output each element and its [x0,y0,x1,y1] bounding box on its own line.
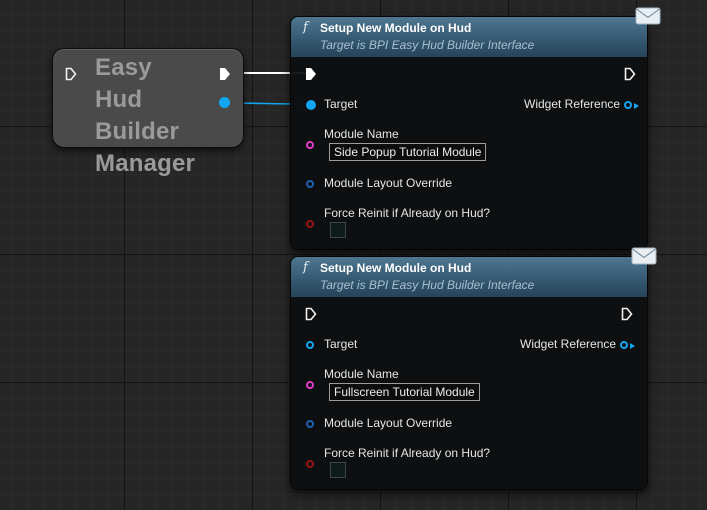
target-pin[interactable] [306,341,314,349]
module-layout-override-pin[interactable] [306,180,314,188]
manager-title-line-2: Builder [95,118,180,145]
module-name-field[interactable]: Fullscreen Tutorial Module [329,383,480,401]
force-reinit-pin[interactable] [306,460,314,468]
envelope-icon [635,7,661,25]
exec-in-icon[interactable] [305,67,317,81]
force-reinit-pin[interactable] [306,220,314,228]
function-icon: f [303,20,308,35]
setup-module-node-2[interactable]: f Setup New Module on Hud Target is BPI … [290,247,657,490]
exec-in-icon[interactable] [305,307,317,321]
envelope-icon [631,247,657,265]
widget-reference-pin[interactable] [624,101,632,109]
module-name-label: Module Name [324,367,399,381]
easy-hud-builder-manager-node[interactable]: Easy Hud Builder Manager [52,48,244,177]
node-header[interactable]: f Setup New Module on Hud Target is BPI … [291,257,647,297]
target-label: Target [324,337,358,351]
manager-title-line-1: Easy Hud [95,54,152,113]
module-name-label: Module Name [324,127,399,141]
manager-title-line-3: Manager [95,150,196,177]
exec-out-icon[interactable] [219,67,231,81]
manager-title: Easy Hud Builder Manager [95,52,205,180]
widget-reference-pin[interactable] [620,341,628,349]
module-name-field[interactable]: Side Popup Tutorial Module [329,143,487,161]
widget-reference-label: Widget Reference [520,337,617,351]
target-pin[interactable] [306,100,316,110]
node-title: Setup New Module on Hud [320,21,472,35]
module-layout-override-label: Module Layout Override [324,176,453,190]
manager-output-pin[interactable] [219,97,230,108]
node-subtitle: Target is BPI Easy Hud Builder Interface [320,278,535,292]
module-layout-override-label: Module Layout Override [324,416,453,430]
module-name-pin[interactable] [306,141,314,149]
setup-module-node-1[interactable]: f Setup New Module on Hud Target is BPI … [290,7,661,250]
node-subtitle: Target is BPI Easy Hud Builder Interface [320,38,535,52]
module-layout-override-pin[interactable] [306,420,314,428]
node-header[interactable]: f Setup New Module on Hud Target is BPI … [291,17,647,57]
force-reinit-label: Force Reinit if Already on Hud? [324,446,491,460]
pin-arrow-icon [634,103,639,109]
force-reinit-label: Force Reinit if Already on Hud? [324,206,491,220]
pin-arrow-icon [630,343,635,349]
force-reinit-checkbox[interactable] [330,222,346,238]
force-reinit-checkbox[interactable] [330,462,346,478]
module-name-pin[interactable] [306,381,314,389]
widget-reference-label: Widget Reference [524,97,621,111]
target-label: Target [324,97,358,111]
exec-in-icon[interactable] [65,67,77,81]
exec-out-icon[interactable] [621,307,633,321]
function-icon: f [303,260,308,275]
exec-out-icon[interactable] [624,67,636,81]
node-title: Setup New Module on Hud [320,261,472,275]
